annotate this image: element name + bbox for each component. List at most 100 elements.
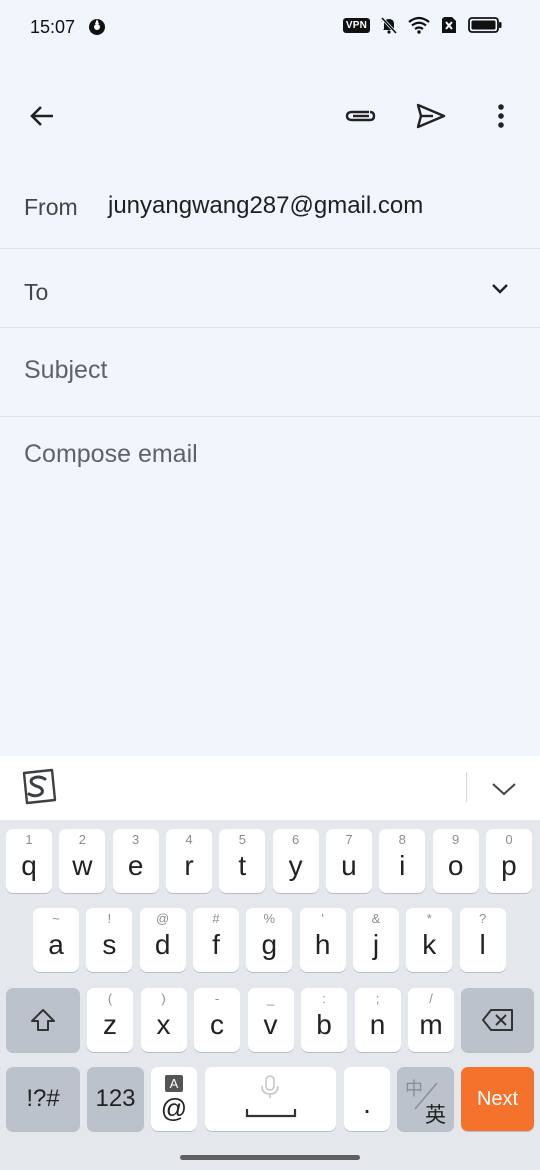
key-m[interactable]: / m [408,988,454,1052]
key-l[interactable]: ? l [459,908,506,972]
lang-bottom-label: 英 [425,1104,446,1127]
app-bar [0,88,540,144]
chevron-down-icon[interactable] [488,277,512,301]
key-label: j [372,929,380,960]
language-switch-key[interactable]: 中 英 [397,1067,454,1131]
key-z[interactable]: (z [87,988,133,1052]
key-hint: 5 [238,832,246,847]
key-hint: 3 [132,832,140,847]
key-label: u [341,850,357,881]
key-hint: _ [266,991,275,1006]
period-label: . [363,1088,371,1119]
key-x[interactable]: ) x [140,988,187,1052]
compose-body-field[interactable]: Compose email [24,440,198,469]
key-b[interactable]: :b [301,988,347,1052]
key-hint: 4 [185,832,193,847]
key-hint: ' [321,911,324,926]
next-key[interactable]: Next [461,1067,534,1131]
symbols-key[interactable]: !?# [6,1067,80,1131]
attach-button[interactable] [332,88,388,144]
key-label: c [210,1009,224,1040]
key-label: z [103,1009,117,1040]
key-v[interactable]: _ v [247,988,294,1052]
key-u[interactable]: 7u [325,829,372,893]
key-j[interactable]: & j [352,908,399,972]
key-s[interactable]: ! s [86,908,133,972]
key-hint: ~ [52,911,60,926]
send-button[interactable] [403,88,459,144]
key-a[interactable]: ~ a [33,908,79,972]
space-key[interactable] [205,1067,336,1131]
key-hint: ! [107,911,112,926]
key-hint: ) [161,991,166,1006]
key-hint: 8 [398,832,406,847]
key-hint: ( [107,991,113,1006]
key-n[interactable]: ; n [354,988,401,1052]
key-label: a [48,929,64,960]
attach-icon [345,110,376,122]
key-label: r [184,850,194,881]
at-key-label: @ [160,1093,188,1123]
key-r[interactable]: 4r [165,829,212,893]
key-t[interactable]: 5t [219,829,266,893]
wifi-icon [408,16,430,34]
period-key[interactable]: . [344,1067,390,1131]
key-hint: 0 [505,832,513,847]
bell-muted-icon [380,16,398,34]
key-hint: 6 [292,832,300,847]
at-key[interactable]: A @ [151,1067,197,1131]
more-options-button[interactable] [473,88,529,144]
key-label: i [399,850,406,881]
backspace-icon [481,1009,513,1031]
key-d[interactable]: @ d [139,908,186,972]
key-g[interactable]: % g [246,908,293,972]
from-label: From [24,194,78,220]
key-hint: 2 [78,832,86,847]
key-label: e [127,850,144,881]
key-hint: 1 [25,832,33,847]
shift-icon [31,1009,55,1031]
key-label: b [316,1009,332,1040]
key-w[interactable]: 2w [59,829,106,893]
to-label: To [24,279,49,305]
key-i[interactable]: 8i [379,829,426,893]
key-c[interactable]: -c [194,988,240,1052]
key-hint: : [322,991,326,1006]
key-hint: % [263,911,276,926]
from-account[interactable]: junyangwang287@gmail.com [108,192,423,220]
at-key-caps-label: A [165,1075,183,1092]
key-label: l [479,929,486,960]
key-y[interactable]: 6y [272,829,319,893]
key-f[interactable]: # f [192,908,239,972]
home-indicator[interactable] [180,1155,360,1160]
key-q[interactable]: 1q [6,829,52,893]
key-p[interactable]: 0p [485,829,532,893]
from-row[interactable]: From junyangwang287@gmail.com [0,166,540,249]
key-label: o [447,850,464,881]
status-time: 15:07 [30,17,76,37]
key-label: s [102,929,117,960]
vpn-icon: VPN [342,17,370,33]
key-k[interactable]: * k [406,908,453,972]
key-o[interactable]: 9o [432,829,479,893]
toolbar-divider [466,772,467,802]
subject-field[interactable]: Subject [0,328,540,417]
battery-icon [468,17,502,33]
key-hint: # [212,911,220,926]
back-button[interactable] [14,88,70,144]
key-label: t [238,850,247,881]
sogou-logo-icon[interactable] [18,768,58,806]
key-label: y [288,850,303,881]
to-row[interactable]: To [0,249,540,328]
backspace-key[interactable] [461,988,534,1052]
key-hint: 9 [452,832,460,847]
numbers-key[interactable]: 123 [87,1067,144,1131]
key-e[interactable]: 3e [112,829,159,893]
key-label: k [422,929,437,960]
key-h[interactable]: ' h [299,908,346,972]
key-label: m [419,1009,443,1040]
shift-key[interactable] [6,988,80,1052]
keyboard-collapse-icon[interactable] [486,774,522,804]
sim-off-icon [442,17,456,33]
key-label: d [154,929,171,960]
